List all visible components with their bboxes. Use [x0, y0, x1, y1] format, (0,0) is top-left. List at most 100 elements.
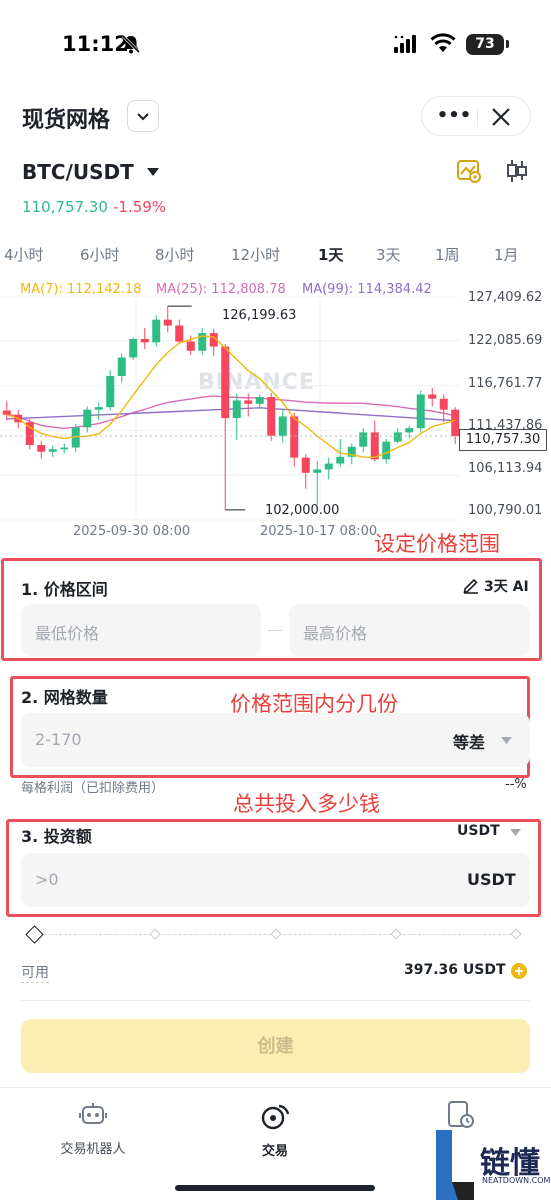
trading-pair[interactable]: BTC/USDT	[22, 160, 134, 184]
candle-body	[439, 398, 448, 410]
available-label: 可用	[21, 962, 49, 983]
investment-slider-thumb[interactable]	[25, 925, 44, 944]
candle-body	[405, 428, 414, 433]
candle-body	[140, 338, 149, 343]
annotation-price-range: 设定价格范围	[374, 532, 500, 556]
candle-body	[2, 410, 11, 415]
investment-unit: USDT	[467, 870, 516, 889]
candle-body	[267, 397, 276, 436]
header-actions: •••	[421, 96, 531, 136]
tab-1m[interactable]: 1月	[494, 244, 519, 265]
ma99-value: MA(99): 114,384.42	[302, 282, 432, 297]
annotation-investment: 总共投入多少钱	[233, 792, 380, 816]
ai-suggest-button[interactable]: 3天 AI	[484, 576, 529, 596]
grid-count-label: 2. 网格数量	[21, 688, 108, 707]
nav-trade[interactable]: 交易	[255, 1102, 295, 1159]
candle-body	[37, 445, 46, 452]
range-separator	[268, 630, 282, 631]
tab-12h[interactable]: 12小时	[231, 244, 280, 265]
ma25-value: MA(25): 112,808.78	[156, 282, 286, 297]
y-tick-label: 106,113.94	[468, 461, 543, 476]
timeframe-tabs: 4小时 6小时 8小时 12小时 1天 3天 1周 1月	[0, 244, 551, 268]
tab-1w[interactable]: 1周	[435, 244, 460, 265]
profit-per-grid-label: 每格利润（已扣除费用）	[21, 781, 165, 796]
slider-step-75[interactable]	[390, 928, 402, 940]
candle-body	[359, 432, 368, 447]
candle-body	[221, 346, 230, 419]
tab-3d[interactable]: 3天	[376, 244, 401, 265]
x-tick-label: 2025-10-17 08:00	[260, 524, 378, 539]
candle-body	[278, 416, 287, 436]
candle-body	[106, 376, 115, 408]
price-change: -1.59%	[113, 198, 167, 216]
battery-tip	[506, 40, 509, 48]
candle-body	[428, 394, 437, 399]
candle-body	[163, 319, 172, 326]
wifi-icon	[430, 33, 456, 52]
last-price: 110,757.30	[22, 198, 108, 216]
brand-url: NEATDOWN.COM	[482, 1176, 551, 1185]
grid-count-placeholder: 2-170	[35, 730, 82, 749]
slider-step-50[interactable]	[270, 928, 282, 940]
candle-body	[48, 449, 57, 452]
add-funds-icon[interactable]	[510, 962, 528, 980]
min-price-input[interactable]: 最低价格	[21, 604, 261, 656]
investment-input[interactable]: >0 USDT	[21, 853, 530, 907]
status-time: 11:12	[62, 32, 129, 56]
max-price-input[interactable]: 最高价格	[289, 604, 530, 656]
trade-icon	[261, 1104, 290, 1130]
orders-history-icon[interactable]	[446, 1100, 476, 1130]
y-tick-label: 122,085.69	[468, 333, 543, 348]
ma7-value: MA(7): 112,142.18	[20, 282, 142, 297]
available-balance: 397.36 USDT	[404, 962, 506, 978]
grid-count-input[interactable]: 2-170 等差	[21, 713, 530, 767]
investment-placeholder: >0	[35, 870, 59, 889]
caret-down-icon[interactable]	[501, 737, 512, 744]
close-icon[interactable]	[488, 104, 514, 130]
low-price-label: 102,000.00	[265, 503, 340, 518]
tab-4h[interactable]: 4小时	[4, 244, 44, 265]
tab-1d[interactable]: 1天	[318, 244, 343, 265]
min-price-placeholder: 最低价格	[35, 624, 100, 643]
nav-trade-label: 交易	[261, 1144, 288, 1159]
ma25-line	[6, 395, 456, 429]
candle-body	[324, 463, 333, 470]
candle-body	[255, 397, 264, 404]
candle-body	[94, 407, 103, 410]
tab-6h[interactable]: 6小时	[80, 244, 120, 265]
slider-step-25[interactable]	[149, 928, 161, 940]
nav-trading-bots-label: 交易机器人	[60, 1142, 126, 1157]
candle-body	[129, 338, 138, 358]
candle-body	[393, 432, 402, 442]
create-button[interactable]: 创建	[21, 1019, 530, 1073]
divider	[21, 1000, 530, 1001]
tab-8h[interactable]: 8小时	[155, 244, 195, 265]
caret-down-icon[interactable]	[510, 829, 521, 836]
pencil-icon[interactable]	[462, 576, 480, 594]
chevron-down-icon	[137, 112, 149, 120]
candle-body	[313, 469, 322, 473]
strategy-dropdown-button[interactable]	[127, 100, 159, 132]
candle-body	[186, 341, 195, 351]
y-tick-label: 127,409.62	[468, 290, 543, 305]
bell-off-icon	[121, 34, 141, 54]
more-icon[interactable]: •••	[436, 105, 472, 129]
caret-down-icon[interactable]	[146, 167, 160, 177]
robot-icon	[79, 1103, 107, 1124]
candlestick-chart[interactable]	[0, 296, 551, 522]
investment-currency-select[interactable]: USDT	[457, 823, 500, 839]
nav-trading-bots[interactable]: 交易机器人	[58, 1102, 128, 1157]
battery-indicator: 73	[466, 34, 504, 55]
candlestick-icon[interactable]	[505, 158, 529, 184]
ma99-line	[6, 407, 456, 422]
high-price-label: 126,199.63	[222, 308, 297, 323]
max-price-placeholder: 最高价格	[303, 624, 368, 643]
candle-body	[301, 457, 310, 473]
chart-settings-icon[interactable]	[456, 158, 482, 184]
investment-label: 3. 投资额	[21, 827, 92, 846]
candle-body	[83, 409, 92, 428]
profit-per-grid-value: --%	[505, 777, 527, 792]
grid-mode-select[interactable]: 等差	[453, 729, 485, 753]
candle-body	[117, 357, 126, 377]
slider-step-100[interactable]	[510, 928, 522, 940]
